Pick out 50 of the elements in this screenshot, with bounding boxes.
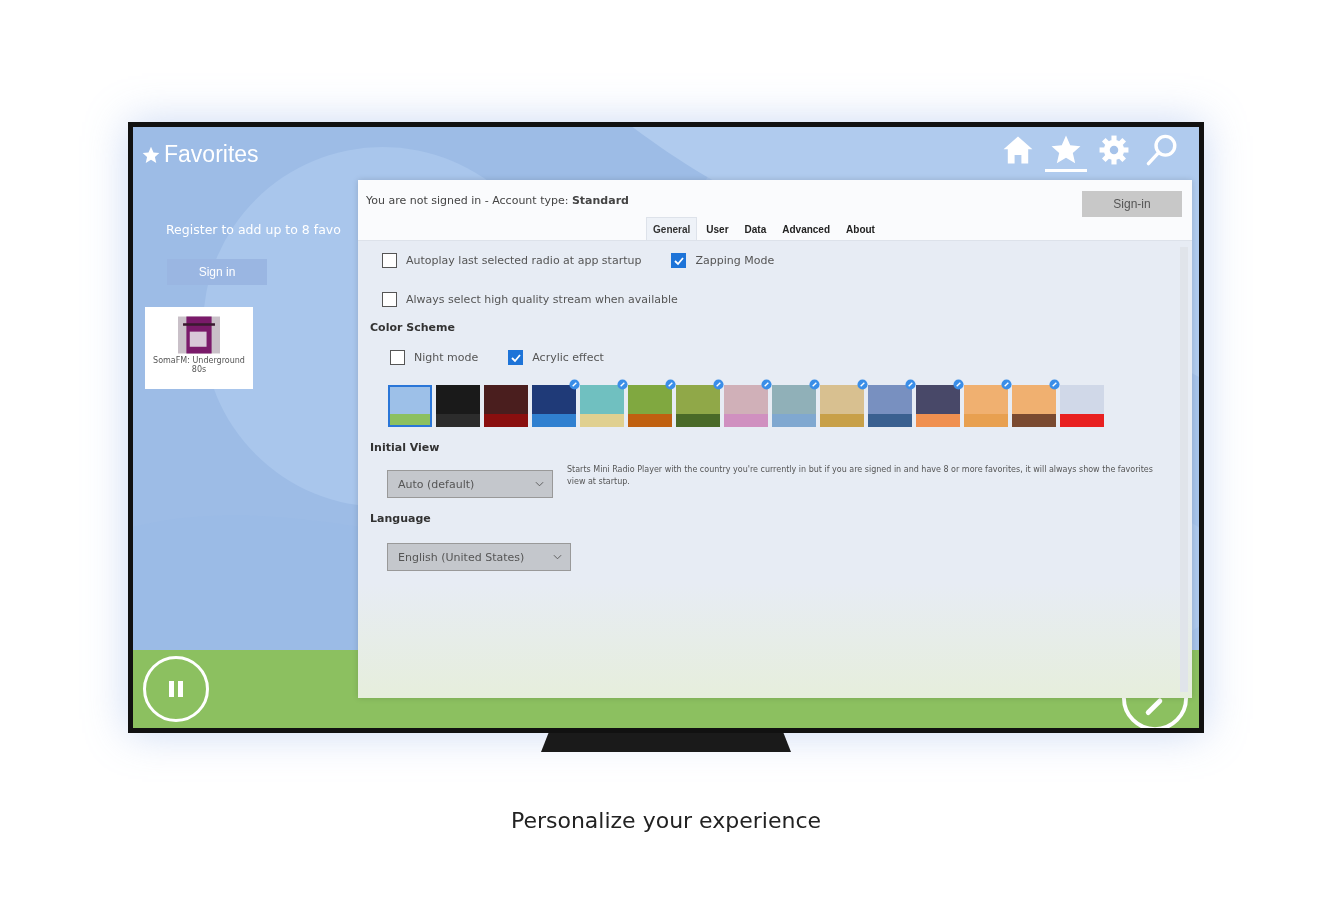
- tab[interactable]: User: [699, 217, 736, 240]
- tab[interactable]: Advanced: [775, 217, 838, 240]
- page-title: Favorites: [141, 141, 259, 168]
- section-heading: Color Scheme: [370, 321, 456, 334]
- color-swatch[interactable]: [436, 385, 480, 427]
- initial-view-dropdown[interactable]: Auto (default): [387, 470, 553, 498]
- tab[interactable]: General: [646, 217, 698, 240]
- section-heading: Initial View: [370, 441, 441, 454]
- checkbox[interactable]: [382, 253, 397, 268]
- color-swatch[interactable]: [1060, 385, 1104, 427]
- color-swatch[interactable]: [532, 385, 576, 427]
- language-dropdown[interactable]: English (United States): [387, 543, 571, 571]
- option-label: Autoplay last selected radio at app startup: [406, 254, 642, 267]
- station-logo-icon: [178, 315, 220, 355]
- initial-view-note: Starts Mini Radio Player with the country you're currently in but if you are signed in and have 8 or more favorites, it will always show the favorites view at startup.: [567, 464, 1154, 488]
- color-swatch[interactable]: [484, 385, 528, 427]
- color-swatch[interactable]: [868, 385, 912, 427]
- sign-in-button[interactable]: Sign-in: [1082, 191, 1182, 217]
- pause-button[interactable]: [143, 656, 209, 722]
- option-label: Always select high quality stream when available: [406, 293, 678, 306]
- color-swatch[interactable]: [628, 385, 672, 427]
- option-label: Acrylic effect: [532, 351, 604, 364]
- station-name: SomaFM: Underground 80s: [152, 357, 246, 375]
- color-swatch[interactable]: [388, 385, 432, 427]
- color-swatch[interactable]: [724, 385, 768, 427]
- option-label: Night mode: [414, 351, 479, 364]
- color-swatch[interactable]: [1012, 385, 1056, 427]
- caption: Personalize your experience: [510, 808, 822, 833]
- edit-icon[interactable]: [569, 379, 580, 390]
- pause-icon: [166, 679, 186, 699]
- color-swatch[interactable]: [916, 385, 960, 427]
- checkbox[interactable]: [508, 350, 524, 365]
- account-status: You are not signed in - Account type: Standard: [366, 194, 629, 207]
- color-swatch[interactable]: [580, 385, 624, 427]
- checkbox[interactable]: [671, 253, 687, 268]
- chevron-down-icon: [535, 481, 544, 487]
- section-heading: Language: [370, 512, 432, 525]
- color-swatch[interactable]: [820, 385, 864, 427]
- favorite-tile[interactable]: SomaFM: Underground 80s: [145, 307, 253, 389]
- checkbox[interactable]: [390, 350, 405, 365]
- chevron-down-icon: [553, 554, 562, 560]
- edit-icon[interactable]: [953, 379, 964, 390]
- checkbox[interactable]: [382, 292, 397, 307]
- tab[interactable]: About: [839, 217, 882, 240]
- color-swatch[interactable]: [676, 385, 720, 427]
- color-swatch[interactable]: [964, 385, 1008, 427]
- tab[interactable]: Data: [737, 217, 774, 240]
- register-text: Register to add up to 8 favo: [166, 222, 341, 237]
- color-swatch[interactable]: [772, 385, 816, 427]
- option-label: Zapping Mode: [695, 254, 775, 267]
